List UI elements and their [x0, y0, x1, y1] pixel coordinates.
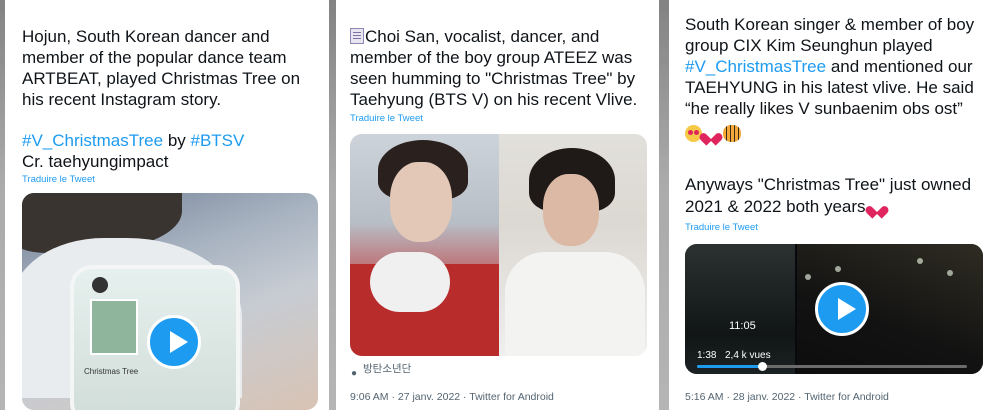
- tagged-account[interactable]: 방탄소년단: [363, 361, 411, 376]
- photo-sleeve: [370, 252, 450, 312]
- hashtag-line: #V_ChristmasTree by #BTSV: [22, 130, 244, 151]
- photo-left[interactable]: [350, 134, 499, 356]
- video-timestamp: 11:05: [729, 320, 756, 332]
- bokeh-light: [947, 270, 953, 276]
- progress-fill: [697, 365, 762, 368]
- tweet-text-line: TAEHYUNG in his latest vlive. He said: [685, 78, 974, 97]
- video-progress-bar[interactable]: [697, 362, 967, 371]
- tweet-text-line: Anyways "Christmas Tree" just owned: [685, 175, 972, 194]
- tweet-text-line: 2021 & 2022 both years: [685, 196, 884, 217]
- tweet-card-hojun[interactable]: Hojun, South Korean dancer and member of…: [5, 0, 329, 410]
- bokeh-light: [805, 274, 811, 280]
- tweet-meta: 5:16 AM · 28 janv. 2022 · Twitter for An…: [685, 391, 889, 403]
- translate-link[interactable]: Traduire le Tweet: [685, 222, 758, 233]
- tweet-card-cix[interactable]: South Korean singer & member of boy grou…: [669, 0, 1000, 410]
- tweet-text-line: Choi San, vocalist, dancer, and: [350, 26, 599, 47]
- tweet-meta: 9:06 AM · 27 janv. 2022 · Twitter for An…: [350, 391, 554, 403]
- tweet-text-line: member of the boy group ATEEZ was: [350, 48, 633, 67]
- credit-text: Cr. taehyungimpact: [22, 152, 169, 171]
- play-icon[interactable]: [815, 282, 869, 336]
- tweet-text-line: seen humming to "Christmas Tree" by: [350, 69, 636, 88]
- tweet-text-line: South Korean singer & member of boy: [685, 15, 975, 34]
- tweet-text-line: his recent Instagram story.: [22, 90, 222, 109]
- tiger-icon: [722, 125, 741, 142]
- by-text: by: [163, 131, 191, 150]
- hashtag-link[interactable]: #V_ChristmasTree: [22, 131, 163, 150]
- photo-face: [390, 162, 452, 242]
- tweet-text-line: group CIX Kim Seunghun played: [685, 36, 933, 55]
- tweet-text-line: Hojun, South Korean dancer and: [22, 27, 270, 46]
- bokeh-light: [835, 266, 841, 272]
- document-icon: [350, 28, 364, 44]
- tweet-text-line: Taehyung (BTS V) on his recent Vlive.: [350, 90, 638, 109]
- translate-link[interactable]: Traduire le Tweet: [350, 113, 423, 124]
- tweet-text-line: member of the popular dance team: [22, 48, 287, 67]
- photo-face: [543, 174, 599, 246]
- play-icon[interactable]: [147, 315, 201, 369]
- tweet-text-line: “he really likes V sunbaenim obs ost”: [685, 99, 963, 118]
- photo-right[interactable]: [499, 134, 647, 356]
- hashtag-link[interactable]: #V_ChristmasTree: [685, 57, 826, 76]
- tweet-text-line: ARTBEAT, played Christmas Tree on: [22, 69, 301, 88]
- photo-shirt: [505, 252, 645, 356]
- tweet-card-choi-san[interactable]: Choi San, vocalist, dancer, and member o…: [336, 0, 659, 410]
- hearts-icon: [704, 128, 718, 140]
- elapsed-time: 1:38: [697, 350, 717, 361]
- album-art: [90, 299, 138, 355]
- bokeh-light: [917, 258, 923, 264]
- translate-link[interactable]: Traduire le Tweet: [22, 174, 95, 185]
- video-player[interactable]: 11:05 1:38 2,4 k vues: [685, 244, 983, 374]
- image-grid[interactable]: [350, 134, 647, 356]
- person-icon: ●: [351, 368, 358, 379]
- tweet-text-line: #V_ChristmasTree and mentioned our: [685, 57, 973, 76]
- camera-icon: [92, 277, 108, 293]
- progress-knob[interactable]: [757, 362, 767, 371]
- view-count: 2,4 k vues: [725, 350, 771, 361]
- emoji-row: [685, 123, 741, 144]
- video-caption: Christmas Tree: [84, 367, 139, 376]
- hashtag-link[interactable]: #BTSV: [191, 131, 245, 150]
- red-heart-icon: [870, 201, 884, 213]
- video-player[interactable]: Christmas Tree: [22, 193, 318, 410]
